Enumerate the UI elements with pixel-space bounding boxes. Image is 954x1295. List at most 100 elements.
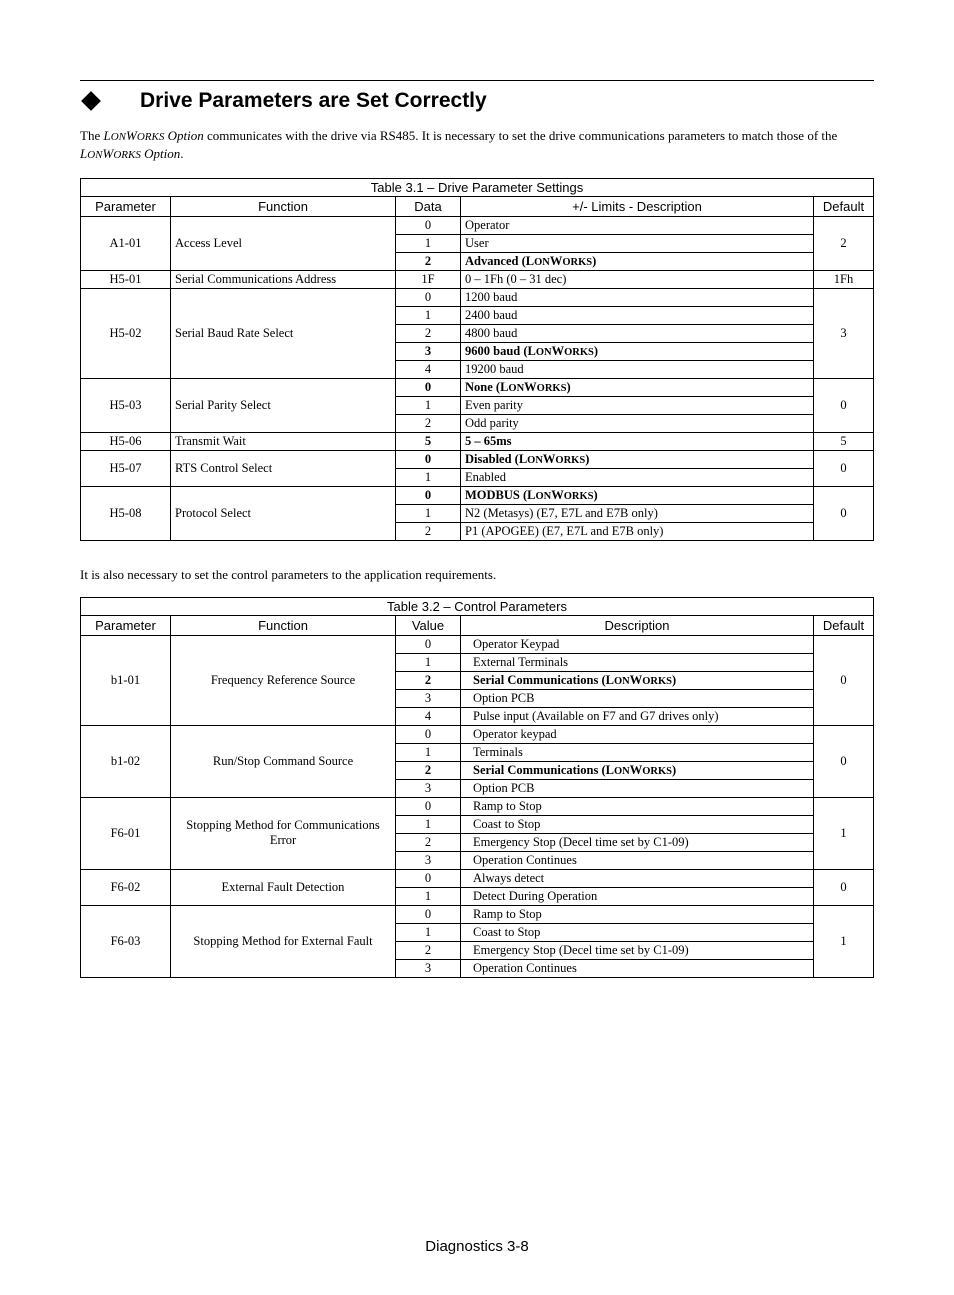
data-value-cell: 5 [396, 432, 461, 450]
data-value-cell: 1 [396, 234, 461, 252]
parameter-cell: H5-02 [81, 288, 171, 378]
data-value-cell: 1 [396, 306, 461, 324]
data-value-cell: 1 [396, 743, 461, 761]
function-cell: Stopping Method for Communications Error [171, 797, 396, 869]
data-value-cell: 2 [396, 941, 461, 959]
table-row: H5-01Serial Communications Address1F0 – … [81, 270, 874, 288]
header-rule [80, 80, 874, 81]
column-header: Parameter [81, 615, 171, 635]
default-cell: 0 [814, 486, 874, 540]
description-cell: 5 – 65ms [461, 432, 814, 450]
parameter-cell: H5-07 [81, 450, 171, 486]
default-cell: 1 [814, 797, 874, 869]
data-value-cell: 1 [396, 923, 461, 941]
data-value-cell: 0 [396, 797, 461, 815]
function-cell: Protocol Select [171, 486, 396, 540]
default-cell: 1 [814, 905, 874, 977]
function-cell: Serial Baud Rate Select [171, 288, 396, 378]
function-cell: Serial Communications Address [171, 270, 396, 288]
data-value-cell: 0 [396, 869, 461, 887]
description-cell: Detect During Operation [461, 887, 814, 905]
description-cell: Coast to Stop [461, 923, 814, 941]
diamond-bullet-icon [81, 91, 101, 111]
function-cell: Access Level [171, 216, 396, 270]
data-value-cell: 2 [396, 414, 461, 432]
data-value-cell: 4 [396, 707, 461, 725]
description-cell: None (LONWORKS) [461, 378, 814, 396]
description-cell: Odd parity [461, 414, 814, 432]
data-value-cell: 3 [396, 851, 461, 869]
default-cell: 1Fh [814, 270, 874, 288]
data-value-cell: 3 [396, 959, 461, 977]
description-cell: Serial Communications (LONWORKS) [461, 671, 814, 689]
description-cell: N2 (Metasys) (E7, E7L and E7B only) [461, 504, 814, 522]
description-cell: Ramp to Stop [461, 905, 814, 923]
intro-text: communicates with the drive via RS485. I… [204, 128, 838, 143]
intro-paragraph: The LONWORKS Option communicates with th… [80, 127, 874, 164]
description-cell: 9600 baud (LONWORKS) [461, 342, 814, 360]
table-row: b1-01Frequency Reference Source0Operator… [81, 635, 874, 653]
table-row: H5-03Serial Parity Select0None (LONWORKS… [81, 378, 874, 396]
table-row: H5-07RTS Control Select0Disabled (LONWOR… [81, 450, 874, 468]
description-cell: Operation Continues [461, 851, 814, 869]
description-cell: Operator keypad [461, 725, 814, 743]
parameter-cell: H5-06 [81, 432, 171, 450]
data-value-cell: 0 [396, 635, 461, 653]
column-header: Function [171, 615, 396, 635]
table-row: H5-02Serial Baud Rate Select01200 baud3 [81, 288, 874, 306]
data-value-cell: 0 [396, 378, 461, 396]
section-title-text: Drive Parameters are Set Correctly [140, 89, 487, 113]
intro-text: . [180, 146, 183, 161]
column-header: Default [814, 196, 874, 216]
table-row: H5-06Transmit Wait55 – 65ms5 [81, 432, 874, 450]
control-params-intro: It is also necessary to set the control … [80, 567, 874, 583]
function-cell: External Fault Detection [171, 869, 396, 905]
data-value-cell: 1 [396, 396, 461, 414]
description-cell: User [461, 234, 814, 252]
description-cell: Advanced (LONWORKS) [461, 252, 814, 270]
data-value-cell: 1 [396, 504, 461, 522]
data-value-cell: 3 [396, 342, 461, 360]
parameter-cell: F6-02 [81, 869, 171, 905]
description-cell: 4800 baud [461, 324, 814, 342]
data-value-cell: 0 [396, 905, 461, 923]
column-header: Value [396, 615, 461, 635]
table-row: F6-01Stopping Method for Communications … [81, 797, 874, 815]
intro-text: The [80, 128, 103, 143]
description-cell: Terminals [461, 743, 814, 761]
data-value-cell: 2 [396, 833, 461, 851]
description-cell: External Terminals [461, 653, 814, 671]
table-row: A1-01Access Level0Operator2 [81, 216, 874, 234]
default-cell: 0 [814, 635, 874, 725]
description-cell: Option PCB [461, 779, 814, 797]
description-cell: Enabled [461, 468, 814, 486]
lonworks-term: LONWORKS [103, 128, 164, 143]
table-caption: Table 3.1 – Drive Parameter Settings [81, 178, 874, 196]
description-cell: Always detect [461, 869, 814, 887]
intro-text: Option [164, 128, 203, 143]
data-value-cell: 0 [396, 486, 461, 504]
data-value-cell: 2 [396, 522, 461, 540]
data-value-cell: 2 [396, 761, 461, 779]
data-value-cell: 0 [396, 288, 461, 306]
data-value-cell: 2 [396, 252, 461, 270]
table-row: H5-08Protocol Select0MODBUS (LONWORKS)0 [81, 486, 874, 504]
default-cell: 0 [814, 725, 874, 797]
function-cell: Run/Stop Command Source [171, 725, 396, 797]
default-cell: 0 [814, 378, 874, 432]
data-value-cell: 0 [396, 450, 461, 468]
function-cell: Frequency Reference Source [171, 635, 396, 725]
column-header: Function [171, 196, 396, 216]
data-value-cell: 0 [396, 216, 461, 234]
parameter-cell: H5-01 [81, 270, 171, 288]
parameter-cell: b1-01 [81, 635, 171, 725]
column-header: Default [814, 615, 874, 635]
data-value-cell: 1 [396, 887, 461, 905]
description-cell: 1200 baud [461, 288, 814, 306]
parameter-cell: H5-03 [81, 378, 171, 432]
description-cell: Coast to Stop [461, 815, 814, 833]
page-footer: Diagnostics 3-8 [80, 1238, 874, 1255]
description-cell: MODBUS (LONWORKS) [461, 486, 814, 504]
lonworks-term: LONWORKS [80, 146, 141, 161]
intro-text: Option [141, 146, 180, 161]
